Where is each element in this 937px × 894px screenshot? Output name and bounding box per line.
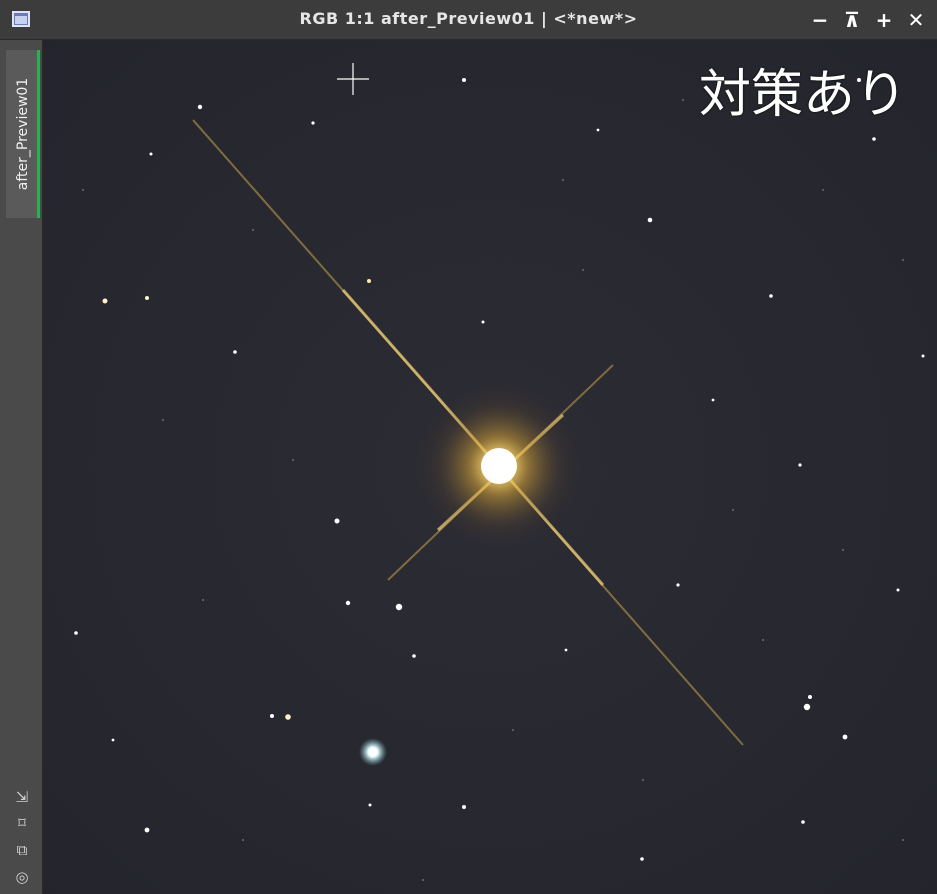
image-viewport[interactable]: 対策あり <box>43 40 937 894</box>
shade-icon[interactable]: ⊼ <box>840 8 864 32</box>
clone-view-icon[interactable]: ⧉ <box>13 841 31 859</box>
tab-label: after_Preview01 <box>15 77 31 191</box>
star-field-image <box>43 40 937 894</box>
zoom-fit-icon[interactable]: ⌑ <box>13 814 31 832</box>
target-icon[interactable]: ◎ <box>13 868 31 886</box>
fit-window-icon[interactable]: ⇲ <box>13 788 31 806</box>
title-bar[interactable]: RGB 1:1 after_Preview01 | <*new*> − ⊼ + … <box>0 0 937 40</box>
maximize-icon[interactable]: + <box>872 8 896 32</box>
window-title: RGB 1:1 after_Preview01 | <*new*> <box>299 9 638 28</box>
view-sidebar: after_Preview01 ⇲ ⌑ ⧉ ◎ <box>0 40 43 894</box>
image-window: RGB 1:1 after_Preview01 | <*new*> − ⊼ + … <box>0 0 937 894</box>
minimize-icon[interactable]: − <box>808 8 832 32</box>
tab-after-preview01[interactable]: after_Preview01 <box>6 50 40 218</box>
close-icon[interactable]: ✕ <box>904 8 928 32</box>
comparison-label: 対策あり <box>698 65 907 125</box>
